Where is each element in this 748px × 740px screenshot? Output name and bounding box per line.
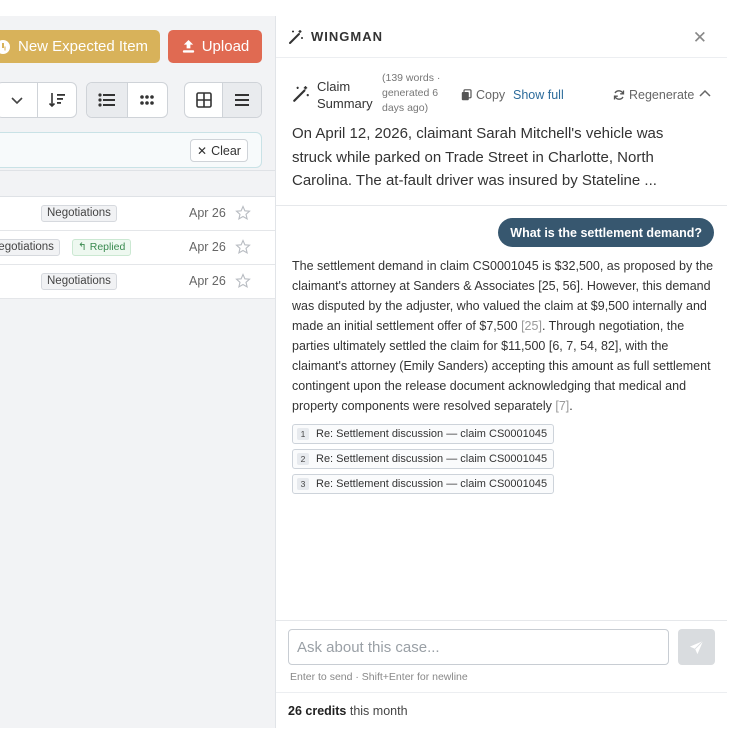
chevron-up-icon[interactable] xyxy=(698,87,712,101)
menu-lines-icon xyxy=(235,94,249,106)
reply-icon: ↰ xyxy=(78,241,87,253)
list-view-button[interactable] xyxy=(87,83,128,117)
source-chip[interactable]: 1 Re: Settlement discussion — claim CS00… xyxy=(292,424,555,444)
panel-title: WINGMAN xyxy=(311,29,383,44)
copy-icon xyxy=(461,89,472,101)
credits-count: 26 credits xyxy=(288,704,347,718)
source-number: 3 xyxy=(297,478,309,490)
item-date: Apr 26 xyxy=(189,274,226,288)
source-label: Re: Settlement discussion — claim CS0001… xyxy=(316,453,548,465)
layout-toggle xyxy=(184,82,262,118)
summary-title: Claim Summary xyxy=(317,79,373,111)
list-icon xyxy=(98,93,115,107)
summary-divider xyxy=(276,205,727,206)
list-header-divider xyxy=(0,170,275,171)
source-chip[interactable]: 2 Re: Settlement discussion — claim CS00… xyxy=(292,449,555,469)
status-tag: Negotiations xyxy=(41,273,117,290)
assistant-answer: The settlement demand in claim CS0001045… xyxy=(292,256,717,416)
send-icon xyxy=(689,640,704,654)
show-full-button[interactable]: Show full xyxy=(513,88,564,102)
case-list-pane: New Expected Item Upload ✕ Clear Negotia… xyxy=(0,16,275,728)
list-item[interactable]: Negotiations ↰ Replied Apr 26 xyxy=(0,231,275,265)
upload-label: Upload xyxy=(201,38,250,55)
panel-header: WINGMAN ✕ xyxy=(276,16,727,58)
summary-header: Claim Summary (139 words · generated 6 d… xyxy=(276,66,727,121)
table-grid-icon xyxy=(195,92,212,108)
star-icon[interactable] xyxy=(235,205,251,221)
clock-icon xyxy=(0,39,10,54)
upload-button[interactable]: Upload xyxy=(168,30,262,63)
clear-label: Clear xyxy=(211,143,241,158)
source-label: Re: Settlement discussion — claim CS0001… xyxy=(316,428,548,440)
close-icon: ✕ xyxy=(197,143,208,158)
answer-text: . xyxy=(569,399,573,413)
source-number: 1 xyxy=(297,428,309,440)
list-item[interactable]: Negotiations Apr 26 xyxy=(0,265,275,299)
list-item[interactable]: Negotiations Apr 26 xyxy=(0,197,275,231)
summary-text: On April 12, 2026, claimant Sarah Mitche… xyxy=(292,125,664,189)
source-number: 2 xyxy=(297,453,309,465)
item-date: Apr 26 xyxy=(189,240,226,254)
copy-label: Copy xyxy=(476,88,506,102)
wingman-panel: WINGMAN ✕ Claim Summary (139 words · gen… xyxy=(275,16,727,728)
status-tag: Negotiations xyxy=(0,239,60,256)
citation-link[interactable]: [25] xyxy=(521,319,542,333)
regenerate-label: Regenerate xyxy=(629,88,695,102)
summary-meta: (139 words · generated 6 days ago) xyxy=(382,72,441,114)
grid-view-button[interactable] xyxy=(185,83,224,117)
sort-descending-icon xyxy=(49,93,66,108)
sort-direction-button[interactable] xyxy=(38,83,76,117)
star-icon[interactable] xyxy=(235,273,251,289)
composer-divider xyxy=(276,620,727,621)
star-icon[interactable] xyxy=(235,239,251,255)
regenerate-button[interactable]: Regenerate xyxy=(613,88,694,102)
credits-info: 26 credits this month xyxy=(288,704,408,718)
chevron-down-icon xyxy=(11,97,23,105)
source-label: Re: Settlement discussion — claim CS0001… xyxy=(316,478,548,490)
active-filters-bar: ✕ Clear xyxy=(0,132,262,168)
status-tag: Negotiations xyxy=(41,205,117,222)
send-button[interactable] xyxy=(678,629,715,665)
new-expected-item-button[interactable]: New Expected Item xyxy=(0,30,160,63)
sort-field-dropdown[interactable] xyxy=(0,83,39,117)
item-date: Apr 26 xyxy=(189,206,226,220)
magic-wand-icon xyxy=(289,30,303,44)
user-question-bubble: What is the settlement demand? xyxy=(498,218,714,247)
footer-divider xyxy=(276,692,727,693)
replied-label: Replied xyxy=(89,241,126,253)
composer-hint: Enter to send · Shift+Enter for newline xyxy=(290,671,468,683)
magic-wand-icon xyxy=(293,86,309,102)
sort-controls xyxy=(0,82,77,118)
close-icon[interactable]: ✕ xyxy=(693,28,707,48)
copy-button[interactable]: Copy xyxy=(461,88,505,102)
upload-icon xyxy=(182,39,194,53)
rows-view-button[interactable] xyxy=(223,83,261,117)
new-expected-item-label: New Expected Item xyxy=(18,38,149,55)
replied-badge: ↰ Replied xyxy=(72,239,132,256)
citation-link[interactable]: [7] xyxy=(555,399,569,413)
ask-input[interactable] xyxy=(288,629,669,665)
source-chip[interactable]: 3 Re: Settlement discussion — claim CS00… xyxy=(292,474,555,494)
answer-text: . Through negotiation, the parties ultim… xyxy=(292,319,711,413)
compact-view-button[interactable] xyxy=(128,83,168,117)
credits-suffix: this month xyxy=(349,704,408,718)
source-list: 1 Re: Settlement discussion — claim CS00… xyxy=(292,424,555,499)
dots-grid-icon xyxy=(140,95,155,105)
case-list: Negotiations Apr 26 Negotiations ↰ Repli… xyxy=(0,196,275,299)
refresh-icon xyxy=(613,90,625,100)
density-toggle xyxy=(86,82,168,118)
clear-filters-button[interactable]: ✕ Clear xyxy=(190,139,248,162)
